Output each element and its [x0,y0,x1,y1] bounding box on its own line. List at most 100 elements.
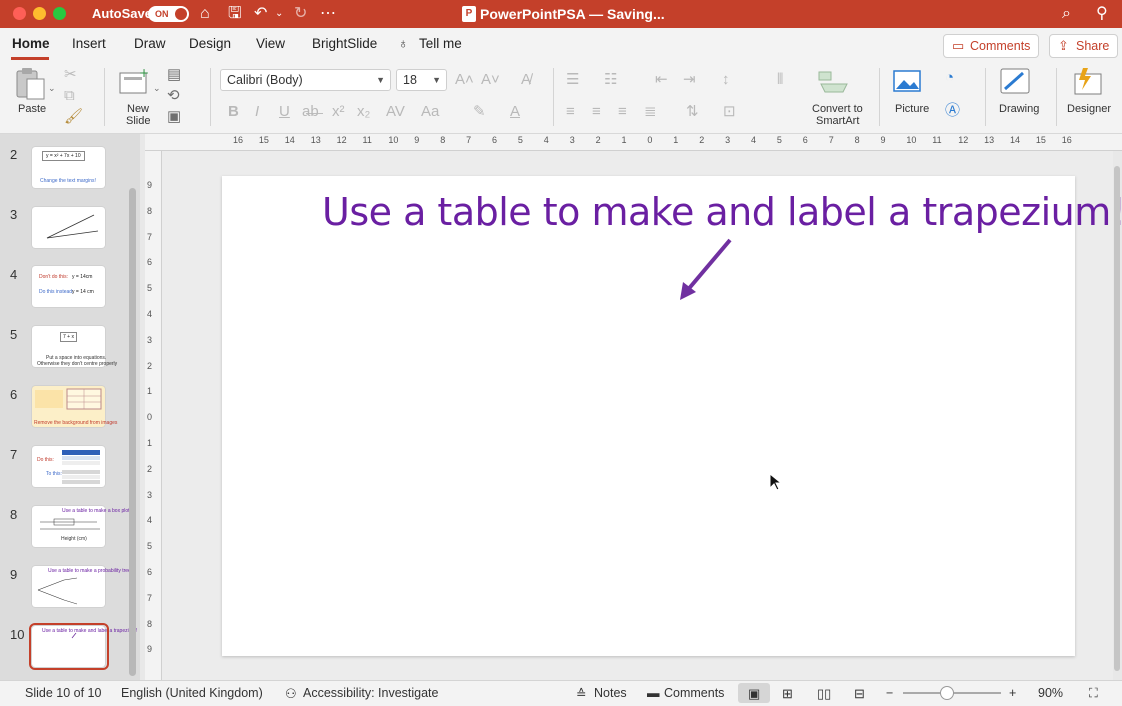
account-icon[interactable]: ⚲ [1096,4,1108,24]
tab-brightslide[interactable]: BrightSlide [312,36,377,51]
font-size-select[interactable]: 18 ▼ [396,69,447,91]
shapes-icon[interactable]: ◔ [945,70,954,86]
line-spacing-icon[interactable]: ↕ [722,72,730,88]
ribbon-separator [985,68,986,126]
notes-button[interactable]: Notes [594,686,627,700]
align-center-icon[interactable]: ≡ [592,104,601,120]
copy-icon[interactable]: ⧉ [64,88,75,104]
change-case-icon[interactable]: Aa [421,104,439,120]
text-box-icon[interactable]: Ⓐ [945,103,960,119]
cut-icon[interactable]: ✂ [64,67,77,83]
normal-view-icon[interactable]: ▣ [748,686,760,702]
superscript-icon[interactable]: x² [332,104,345,120]
align-right-icon[interactable]: ≡ [618,104,627,120]
picture-icon[interactable] [893,69,923,95]
tab-design[interactable]: Design [189,36,231,51]
arrow-shape[interactable] [670,234,740,306]
zoom-slider-handle[interactable] [940,686,954,700]
subscript-icon[interactable]: x₂ [357,104,370,120]
slide-thumbnail-9[interactable]: Use a table to make a probability tree [32,566,131,607]
ruler-tick-label: 15 [1035,135,1046,145]
zoom-in-icon[interactable]: + [1009,686,1016,700]
close-window-button[interactable] [13,7,26,20]
decrease-indent-icon[interactable]: ⇤ [655,72,668,88]
highlight-icon[interactable]: ✎ [473,104,486,120]
slide-thumbnail-7[interactable]: Do this: To this: [32,446,105,487]
bullets-icon[interactable]: ☰ [566,72,579,88]
share-button[interactable]: ⇪ Share [1049,34,1119,58]
reading-view-icon[interactable]: ▯▯ [817,686,831,702]
bold-icon[interactable]: B [228,104,239,120]
underline-icon[interactable]: U [279,104,290,120]
thumbnail-scrollbar[interactable] [129,188,136,676]
layout-icon[interactable]: ▤ [167,67,181,83]
strikethrough-icon[interactable]: a̶b̶ [302,104,319,120]
fit-to-window-icon[interactable]: ⛶ [1089,686,1098,701]
home-icon[interactable]: ⌂ [200,4,210,24]
redo-icon[interactable]: ↻ [294,4,307,24]
decrease-font-icon[interactable]: A˅ [481,72,500,88]
slide-thumbnail-4[interactable]: Don't do this: y = 14cm Do this instead:… [32,266,105,307]
justify-icon[interactable]: ≣ [644,104,657,120]
undo-icon[interactable]: ↶ [254,4,267,24]
numbering-icon[interactable]: ☷ [604,72,617,88]
slideshow-icon[interactable]: ⊟ [854,686,865,702]
ruler-tick-label: 6 [147,567,153,577]
tab-draw[interactable]: Draw [134,36,166,51]
save-icon[interactable]: 🖫 [228,4,242,24]
text-direction-icon[interactable]: ⇅ [686,104,699,120]
drawing-icon[interactable] [999,67,1035,97]
lightbulb-icon[interactable]: ♁ [398,35,409,51]
paste-dropdown-icon[interactable]: ⌄ [48,80,56,96]
paste-icon[interactable] [15,66,47,100]
search-icon[interactable]: ⌕ [1062,4,1071,24]
increase-indent-icon[interactable]: ⇥ [683,72,696,88]
more-icon[interactable]: ⋯ [320,4,336,24]
maximize-window-button[interactable] [53,7,66,20]
slide-sorter-icon[interactable]: ⊞ [782,686,793,702]
ruler-tick-label: 8 [147,618,153,629]
zoom-out-icon[interactable]: − [886,686,893,700]
new-slide-dropdown-icon[interactable]: ⌄ [153,80,161,96]
slide-thumbnail-5[interactable]: 7 + x Put a space into equations. Otherw… [32,326,117,367]
italic-icon[interactable]: I [255,104,259,120]
new-slide-icon[interactable]: + [118,67,150,97]
language-status[interactable]: English (United Kingdom) [121,686,263,700]
section-icon[interactable]: ▣ [167,109,181,125]
zoom-level[interactable]: 90% [1038,686,1063,700]
slide-number: 9 [10,567,18,582]
font-color-icon[interactable]: A [510,104,520,120]
current-slide[interactable] [222,176,1075,656]
canvas-scrollbar[interactable] [1114,166,1120,671]
slide-thumbnail-6[interactable]: Remove the background from images [32,386,117,427]
accessibility-status[interactable]: Accessibility: Investigate [303,686,438,700]
undo-dropdown-icon[interactable]: ⌄ [275,4,283,24]
reset-icon[interactable]: ⟲ [167,88,180,104]
comments-status-icon[interactable]: ▬ [647,686,660,700]
tab-insert[interactable]: Insert [72,36,106,51]
accessibility-icon[interactable]: ⚇ [285,686,297,702]
slide-thumbnail-2[interactable]: y = x² + 7x + 10 Change the text margins… [32,147,105,188]
minimize-window-button[interactable] [33,7,46,20]
document-title[interactable]: PowerPointPSA — Saving... [480,6,665,22]
format-painter-icon[interactable]: 🖌 [64,109,83,125]
tab-home[interactable]: Home [12,36,50,51]
clear-formatting-icon[interactable]: A̸ [521,72,531,88]
comments-button[interactable]: ▭ Comments [943,34,1040,58]
slide-thumbnail-8[interactable]: Use a table to make a box plot Height (c… [32,506,130,547]
tell-me-search[interactable]: Tell me [419,36,462,51]
align-text-icon[interactable]: ⊡ [723,104,736,120]
slide-title-text[interactable]: Use a table to make and label a trapeziu… [322,190,1122,234]
comments-status-button[interactable]: Comments [664,686,724,700]
increase-font-icon[interactable]: A˄ [455,72,474,88]
align-left-icon[interactable]: ≡ [566,104,575,120]
autosave-toggle[interactable]: ON [148,6,189,22]
notes-icon[interactable]: ≙ [576,686,586,701]
tab-view[interactable]: View [256,36,285,51]
smartart-icon[interactable] [817,70,851,94]
slide-thumbnail-3[interactable] [32,207,105,248]
designer-icon[interactable] [1073,66,1105,98]
font-name-select[interactable]: Calibri (Body) ▼ [220,69,391,91]
character-spacing-icon[interactable]: AV [386,104,405,120]
columns-icon[interactable]: ⫴ [777,72,783,88]
